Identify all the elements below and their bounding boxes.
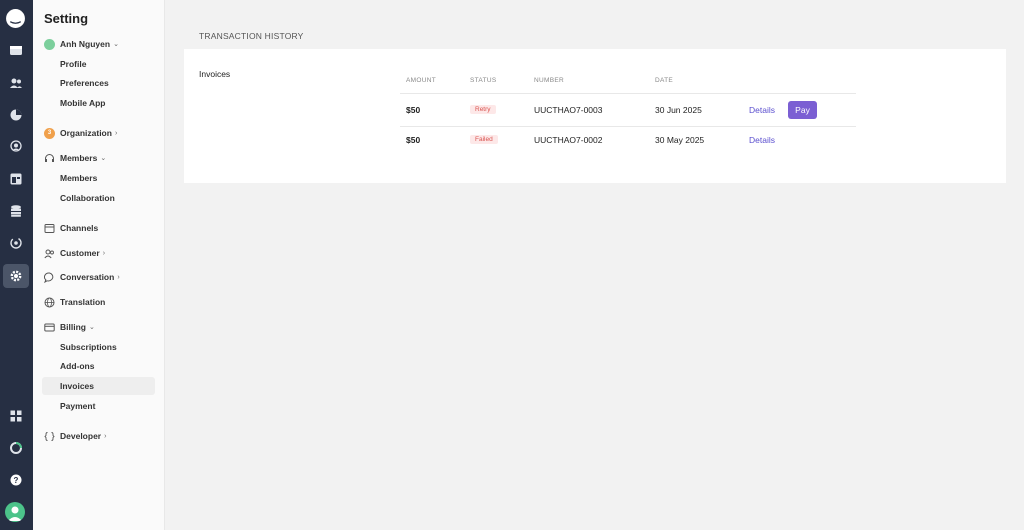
- conversation-label: Conversation: [60, 272, 115, 282]
- members-label: Members: [60, 153, 98, 163]
- sidebar-group-conversation[interactable]: Conversation ›: [33, 268, 165, 286]
- sidebar-item-collaboration[interactable]: Collaboration: [42, 189, 155, 207]
- row2-date: 30 May 2025: [655, 135, 705, 145]
- row1-status-badge: Retry: [470, 105, 496, 114]
- user-avatar-small: [44, 38, 55, 50]
- user-name: Anh Nguyen: [60, 39, 111, 49]
- integration-icon[interactable]: [3, 231, 29, 255]
- widget-icon[interactable]: [3, 167, 29, 191]
- row1-date: 30 Jun 2025: [655, 105, 702, 115]
- sidebar-group-developer[interactable]: Developer ›: [33, 427, 165, 445]
- sidebar-group-members[interactable]: Members ⌄: [33, 149, 165, 167]
- row-divider: [400, 126, 856, 127]
- row1-number: UUCTHAO7-0003: [534, 105, 603, 115]
- agent-icon[interactable]: [3, 135, 29, 159]
- sidebar-item-add-ons[interactable]: Add-ons: [42, 357, 155, 375]
- channels-icon: [44, 223, 55, 233]
- row1-details-link[interactable]: Details: [749, 105, 775, 115]
- sidebar-item-subscriptions[interactable]: Subscriptions: [42, 338, 155, 356]
- sidebar-item-channels[interactable]: Channels: [33, 219, 165, 237]
- sidebar-item-translation[interactable]: Translation: [33, 293, 165, 311]
- sidebar-group-customer[interactable]: Customer ›: [33, 244, 165, 262]
- column-header-amount: AMOUNT: [406, 77, 436, 84]
- section-title: TRANSACTION HISTORY: [199, 31, 304, 41]
- status-ring-icon[interactable]: [3, 436, 29, 460]
- column-header-number: NUMBER: [534, 77, 564, 84]
- chat-logo-icon[interactable]: [5, 8, 26, 29]
- app-rail: ?: [0, 0, 33, 530]
- row-divider: [400, 93, 856, 94]
- chevron-right-icon: ›: [114, 129, 118, 137]
- chevron-right-icon: ›: [102, 249, 106, 257]
- settings-sidebar: Setting Anh Nguyen ⌄ Profile Preferences…: [33, 0, 165, 530]
- svg-text:?: ?: [14, 476, 19, 485]
- sidebar-item-profile[interactable]: Profile: [42, 55, 155, 73]
- globe-icon: [44, 297, 55, 307]
- organization-badge: 3: [44, 127, 55, 139]
- row2-amount: $50: [406, 135, 421, 145]
- row1-amount: $50: [406, 105, 421, 115]
- column-header-date: DATE: [655, 77, 674, 84]
- chevron-down-icon: ⌄: [100, 155, 107, 162]
- reports-pie-icon[interactable]: [3, 103, 29, 127]
- billing-label: Billing: [60, 322, 86, 332]
- sidebar-item-payment[interactable]: Payment: [42, 397, 155, 415]
- sidebar-item-preferences[interactable]: Preferences: [42, 74, 155, 92]
- pay-button[interactable]: Pay: [788, 101, 817, 119]
- sidebar-title: Setting: [44, 11, 89, 26]
- chevron-down-icon: ⌄: [88, 324, 95, 331]
- conversation-icon: [44, 271, 54, 283]
- sidebar-item-members[interactable]: Members: [42, 169, 155, 187]
- inbox-icon[interactable]: [3, 38, 29, 62]
- translation-label: Translation: [60, 297, 106, 307]
- settings-gear-icon[interactable]: [3, 264, 29, 288]
- credit-card-icon: [44, 323, 55, 331]
- sidebar-item-invoices[interactable]: Invoices: [42, 377, 155, 395]
- card-label: Invoices: [199, 69, 231, 79]
- code-braces-icon: [44, 431, 55, 441]
- developer-label: Developer: [60, 431, 102, 441]
- help-icon[interactable]: ?: [3, 468, 29, 492]
- chevron-down-icon: ⌄: [113, 41, 119, 48]
- customer-icon: [44, 249, 54, 258]
- row2-number: UUCTHAO7-0002: [534, 135, 603, 145]
- row2-status-badge: Failed: [470, 135, 498, 144]
- channels-label: Channels: [60, 223, 99, 233]
- invoices-card: Invoices AMOUNT STATUS NUMBER DATE $50 R…: [184, 49, 1006, 183]
- column-header-status: STATUS: [470, 77, 497, 84]
- apps-grid-icon[interactable]: [3, 404, 29, 428]
- user-avatar[interactable]: [5, 502, 25, 522]
- customer-label: Customer: [60, 248, 100, 258]
- sidebar-item-mobile-app[interactable]: Mobile App: [42, 94, 155, 112]
- headset-icon: [45, 153, 54, 162]
- row2-details-link[interactable]: Details: [749, 135, 775, 145]
- contacts-icon[interactable]: [3, 71, 29, 95]
- sidebar-group-billing[interactable]: Billing ⌄: [33, 318, 165, 336]
- sidebar-group-organization[interactable]: 3 Organization ›: [33, 124, 165, 142]
- database-icon[interactable]: [3, 199, 29, 223]
- organization-label: Organization: [60, 128, 112, 138]
- chevron-right-icon: ›: [117, 273, 120, 281]
- sidebar-group-user[interactable]: Anh Nguyen ⌄: [33, 35, 165, 53]
- chevron-right-icon: ›: [104, 432, 107, 440]
